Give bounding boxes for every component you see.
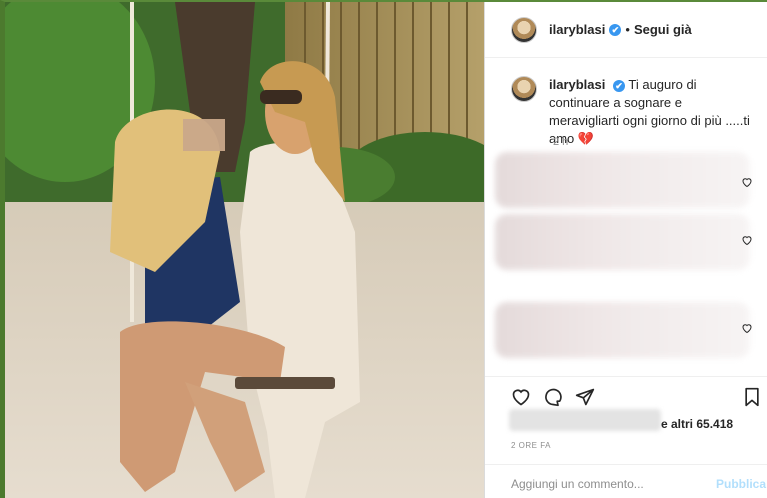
caption: ilaryblasi ✔ Ti auguro di continuare a s… bbox=[511, 76, 761, 148]
comment-like-icon[interactable] bbox=[741, 176, 753, 188]
comment-icon[interactable] bbox=[543, 387, 563, 407]
caption-avatar[interactable] bbox=[511, 76, 537, 102]
blurred-comment bbox=[495, 214, 750, 270]
avatar[interactable] bbox=[511, 16, 537, 43]
following-button[interactable]: Segui già bbox=[634, 22, 692, 37]
post-header: ilaryblasi ✔ • Segui già bbox=[485, 2, 767, 58]
post-sidebar: ilaryblasi ✔ • Segui già ilaryblasi ✔ Ti… bbox=[484, 2, 767, 498]
heart-icon[interactable] bbox=[511, 387, 531, 407]
comment-like-icon[interactable] bbox=[741, 234, 753, 246]
blurred-liker-names bbox=[509, 409, 661, 431]
username-link[interactable]: ilaryblasi bbox=[549, 22, 605, 37]
blurred-comment bbox=[495, 302, 750, 358]
post-actions: e altri 65.418 2 ORE FA Aggiungi un comm… bbox=[485, 376, 767, 498]
blurred-comment bbox=[495, 152, 750, 208]
share-icon[interactable] bbox=[575, 387, 595, 407]
caption-time[interactable]: 2 h bbox=[553, 136, 568, 148]
broken-heart-emoji: 💔 bbox=[577, 131, 595, 146]
comment-box: Aggiungi un commento... Pubblica bbox=[485, 464, 767, 498]
comment-like-icon[interactable] bbox=[741, 322, 753, 334]
verified-icon: ✔ bbox=[609, 23, 622, 36]
separator-dot: • bbox=[625, 22, 630, 37]
publish-button[interactable]: Pubblica bbox=[716, 477, 766, 491]
caption-verified-icon: ✔ bbox=[613, 80, 625, 92]
post-photo[interactable] bbox=[5, 2, 484, 498]
post-time[interactable]: 2 ORE FA bbox=[511, 441, 551, 450]
caption-username[interactable]: ilaryblasi bbox=[549, 77, 605, 92]
bookmark-icon[interactable] bbox=[743, 387, 761, 407]
caption-text: ilaryblasi ✔ Ti auguro di continuare a s… bbox=[549, 76, 754, 148]
comment-input[interactable]: Aggiungi un commento... bbox=[511, 477, 644, 491]
likes-count[interactable]: e altri 65.418 bbox=[661, 417, 733, 431]
